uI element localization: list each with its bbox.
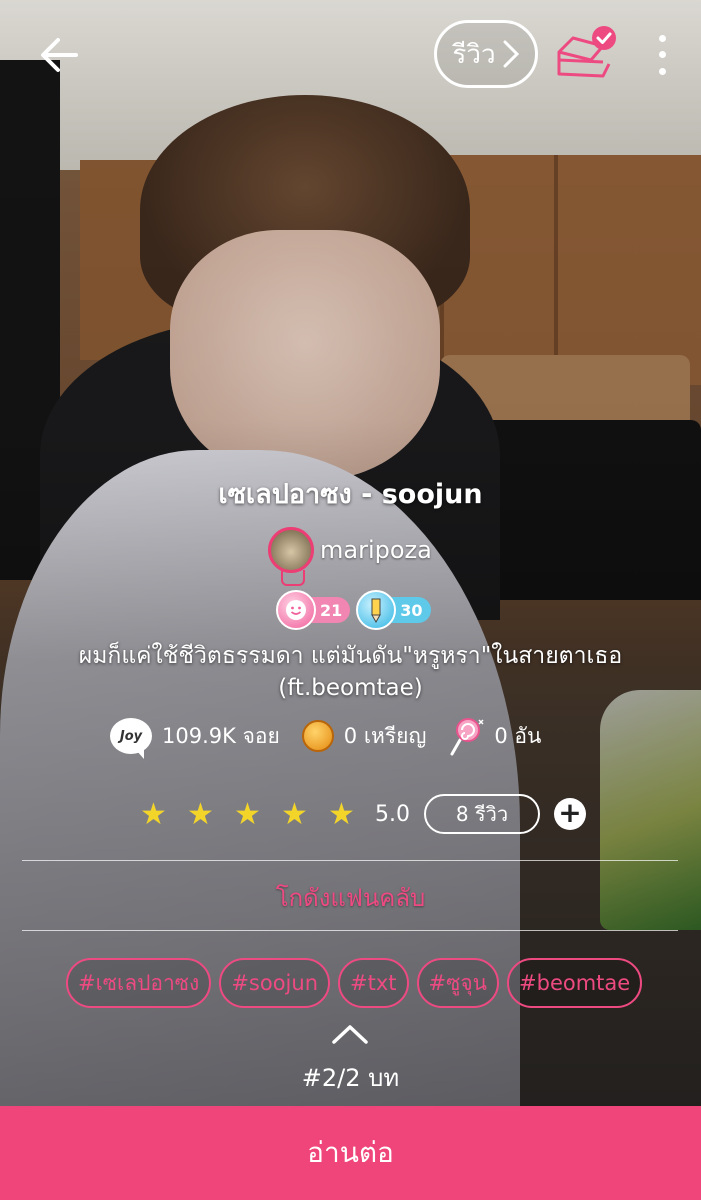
tag-chip[interactable]: #soojun [219,958,331,1008]
add-review-button[interactable]: + [554,798,586,830]
story-stats: Joy 109.9K จอย 0 เหรียญ 0 อัน [110,716,541,759]
star-icon: ★ [328,796,355,832]
tag-chip[interactable]: #ซูจุน [416,958,500,1008]
coin-count: 0 เหรียญ [343,723,427,748]
joy-count: 109.9K จอย [162,723,280,748]
chevron-right-icon [503,40,519,68]
candy-stat: 0 อัน [448,716,541,756]
more-options-button[interactable] [648,30,676,80]
review-button-label: รีวิว [452,39,496,70]
author-name: maripoza [320,536,432,564]
tag-chip[interactable]: #txt [338,958,409,1008]
chevron-up-icon[interactable] [331,1022,369,1046]
smiley-icon [276,590,316,630]
divider-bottom [22,930,678,931]
joy-icon: Joy [110,718,152,759]
more-dot-icon [658,51,666,59]
continue-reading-button[interactable]: อ่านต่อ [0,1106,701,1200]
add-to-shelf-button[interactable] [553,24,623,84]
tag-chip[interactable]: #beomtae [507,958,643,1008]
story-title: เซเลปอาซง - soojun [218,479,483,510]
coin-icon [301,720,334,752]
coin-stat: 0 เหรียญ [301,720,427,753]
fanclub-link[interactable]: โกดังแฟนคลับ [0,878,701,917]
tag-list: #เซเลปอาซง #soojun #txt #ซูจุน #beomtae [66,958,643,1008]
candy-count: 0 อัน [494,723,542,748]
back-button[interactable] [34,30,84,80]
tag-chip[interactable]: #เซเลปอาซง [66,958,212,1008]
badge-pink[interactable]: 21 [276,590,351,630]
chapter-indicator: #2/2 บท [301,1064,400,1092]
review-count-button[interactable]: 8 รีวิว [424,794,540,834]
more-dot-icon [658,68,666,76]
pencil-icon [356,590,397,630]
rating-value: 5.0 [375,801,410,827]
author-link[interactable]: maripoza [268,526,432,586]
star-icon: ★ [281,796,308,832]
badge-blue[interactable]: 30 [356,590,431,630]
lollipop-icon [450,718,484,756]
author-badges: 21 30 [276,590,431,630]
story-description: ผมก็แค่ใช้ชีวิตธรรมดา แต่มันดัน"หรูหรา"ใ… [78,643,623,701]
rating-row: ★ ★ ★ ★ ★ 5.0 8 รีวิว + [130,792,586,836]
review-button[interactable]: รีวิว [434,20,538,88]
divider-top [22,860,678,861]
star-icon: ★ [187,796,214,832]
bookshelf-check-icon [557,26,616,78]
star-icon: ★ [234,796,261,832]
star-icon: ★ [140,796,167,832]
joy-stat: Joy 109.9K จอย [110,718,280,759]
back-arrow-icon [41,38,78,72]
author-avatar [268,527,314,586]
more-dot-icon [658,34,666,42]
